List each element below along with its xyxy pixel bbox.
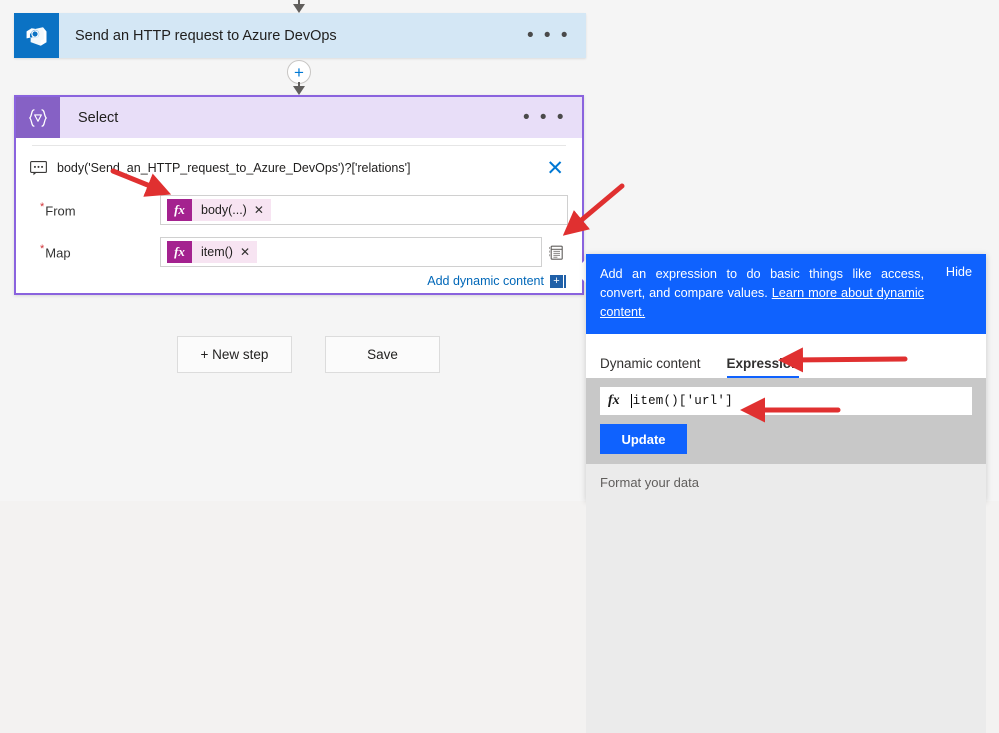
expression-input-value: item()['url'] xyxy=(632,394,733,408)
save-button[interactable]: Save xyxy=(325,336,440,373)
select-braces-icon xyxy=(16,97,60,138)
from-token-chip[interactable]: fx body(...) ✕ xyxy=(167,199,271,221)
expression-flyout-panel: Add an expression to do basic things lik… xyxy=(586,254,986,733)
footer-button-row: + New step Save xyxy=(177,336,440,373)
flyout-footer: Format your data xyxy=(586,464,986,733)
action-card-http-request[interactable]: Send an HTTP request to Azure DevOps • •… xyxy=(14,13,586,58)
tab-expression[interactable]: Expression xyxy=(726,356,799,378)
add-dynamic-content-row[interactable]: Add dynamic content + xyxy=(30,274,568,288)
select-action-menu-button[interactable]: • • • xyxy=(523,108,582,127)
map-token-chip[interactable]: fx item() ✕ xyxy=(167,241,258,263)
flow-designer-canvas: Send an HTTP request to Azure DevOps • •… xyxy=(0,0,999,733)
http-action-title: Send an HTTP request to Azure DevOps xyxy=(75,27,337,44)
azure-devops-icon xyxy=(14,13,59,58)
remove-token-icon[interactable]: ✕ xyxy=(240,245,257,259)
fx-icon: fx xyxy=(167,241,192,263)
expression-input[interactable]: fx item()['url'] xyxy=(600,387,972,415)
action-card-select[interactable]: Select • • • body('Send_an_HTTP_request_… xyxy=(14,95,584,295)
map-input[interactable]: fx item() ✕ xyxy=(160,237,542,267)
field-from: *From fx body(...) ✕ xyxy=(30,195,568,225)
close-icon[interactable]: ✕ xyxy=(546,158,568,179)
tab-dynamic-content[interactable]: Dynamic content xyxy=(600,356,701,378)
add-dynamic-content-link[interactable]: Add dynamic content xyxy=(427,274,544,288)
add-dynamic-content-plus-icon[interactable]: + xyxy=(550,274,563,288)
from-token-text: body(...) xyxy=(201,203,247,217)
caret-bar xyxy=(564,274,566,288)
http-action-menu-button[interactable]: • • • xyxy=(527,26,586,45)
expression-tooltip-row: body('Send_an_HTTP_request_to_Azure_DevO… xyxy=(30,146,568,186)
select-action-title: Select xyxy=(78,109,119,126)
comment-bubble-icon xyxy=(30,161,47,176)
field-map-label: *Map xyxy=(40,243,71,261)
remove-token-icon[interactable]: ✕ xyxy=(254,203,271,217)
flyout-banner: Add an expression to do basic things lik… xyxy=(586,254,986,334)
select-card-body: body('Send_an_HTTP_request_to_Azure_DevO… xyxy=(16,145,582,288)
connector-arrow-top xyxy=(289,0,309,13)
from-input[interactable]: fx body(...) ✕ xyxy=(160,195,568,225)
new-step-button[interactable]: + New step xyxy=(177,336,292,373)
fx-icon: fx xyxy=(608,393,620,408)
text-cursor xyxy=(630,394,632,408)
required-marker: * xyxy=(40,201,45,214)
format-your-data-label: Format your data xyxy=(600,475,699,490)
dynamic-content-icon[interactable] xyxy=(548,244,566,260)
fx-icon: fx xyxy=(167,199,192,221)
select-card-header[interactable]: Select • • • xyxy=(16,97,582,138)
update-button[interactable]: Update xyxy=(600,424,687,454)
flyout-tabs: Dynamic content Expression xyxy=(586,334,986,378)
required-marker: * xyxy=(40,243,45,256)
expression-tooltip-text: body('Send_an_HTTP_request_to_Azure_DevO… xyxy=(57,161,411,175)
field-map: *Map fx item() ✕ xyxy=(30,237,568,267)
connector-arrow-to-select xyxy=(289,82,309,96)
expression-editor-zone: fx item()['url'] Update xyxy=(586,378,986,464)
insert-step-button[interactable]: + xyxy=(287,60,311,84)
map-token-text: item() xyxy=(201,245,233,259)
hide-button[interactable]: Hide xyxy=(946,265,972,279)
field-from-label: *From xyxy=(40,201,76,219)
flyout-banner-text: Add an expression to do basic things lik… xyxy=(600,267,924,319)
